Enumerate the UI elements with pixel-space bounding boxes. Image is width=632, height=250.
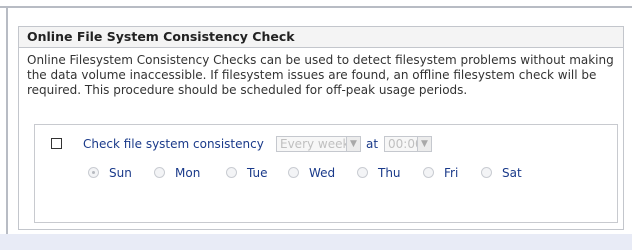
at-label: at bbox=[366, 137, 379, 151]
check-consistency-checkbox[interactable] bbox=[51, 138, 62, 149]
radio-sat[interactable] bbox=[481, 167, 492, 178]
panel-description: Online Filesystem Consistency Checks can… bbox=[27, 53, 614, 97]
panel-title: Online File System Consistency Check bbox=[19, 27, 623, 48]
day-label: Wed bbox=[309, 166, 336, 180]
schedule-options-box: Check file system consistency Every week… bbox=[34, 124, 618, 223]
time-select[interactable]: 00:00 ▼ bbox=[384, 136, 432, 152]
radio-mon[interactable] bbox=[154, 167, 165, 178]
chevron-down-icon: ▼ bbox=[346, 137, 360, 151]
frame-left-border bbox=[6, 6, 8, 250]
frequency-select[interactable]: Every week ▼ bbox=[276, 136, 361, 152]
radio-thu[interactable] bbox=[357, 167, 368, 178]
check-consistency-label[interactable]: Check file system consistency bbox=[83, 137, 264, 151]
radio-tue[interactable] bbox=[226, 167, 237, 178]
day-label: Fri bbox=[444, 166, 459, 180]
radio-fri[interactable] bbox=[423, 167, 434, 178]
page: Online File System Consistency Check Onl… bbox=[0, 0, 632, 250]
radio-sun[interactable] bbox=[88, 167, 99, 178]
frequency-select-value: Every week bbox=[280, 137, 350, 151]
radio-wed[interactable] bbox=[288, 167, 299, 178]
chevron-down-icon: ▼ bbox=[417, 137, 431, 151]
days-radio-group: Sun Mon Tue Wed Thu Fri Sat bbox=[35, 165, 615, 183]
day-label: Sun bbox=[109, 166, 132, 180]
day-label: Thu bbox=[378, 166, 401, 180]
consistency-check-panel: Online File System Consistency Check Onl… bbox=[18, 26, 624, 230]
day-label: Tue bbox=[247, 166, 268, 180]
day-label: Mon bbox=[175, 166, 201, 180]
bottom-band bbox=[0, 234, 632, 250]
frame-top-border bbox=[0, 6, 632, 8]
day-label: Sat bbox=[502, 166, 522, 180]
